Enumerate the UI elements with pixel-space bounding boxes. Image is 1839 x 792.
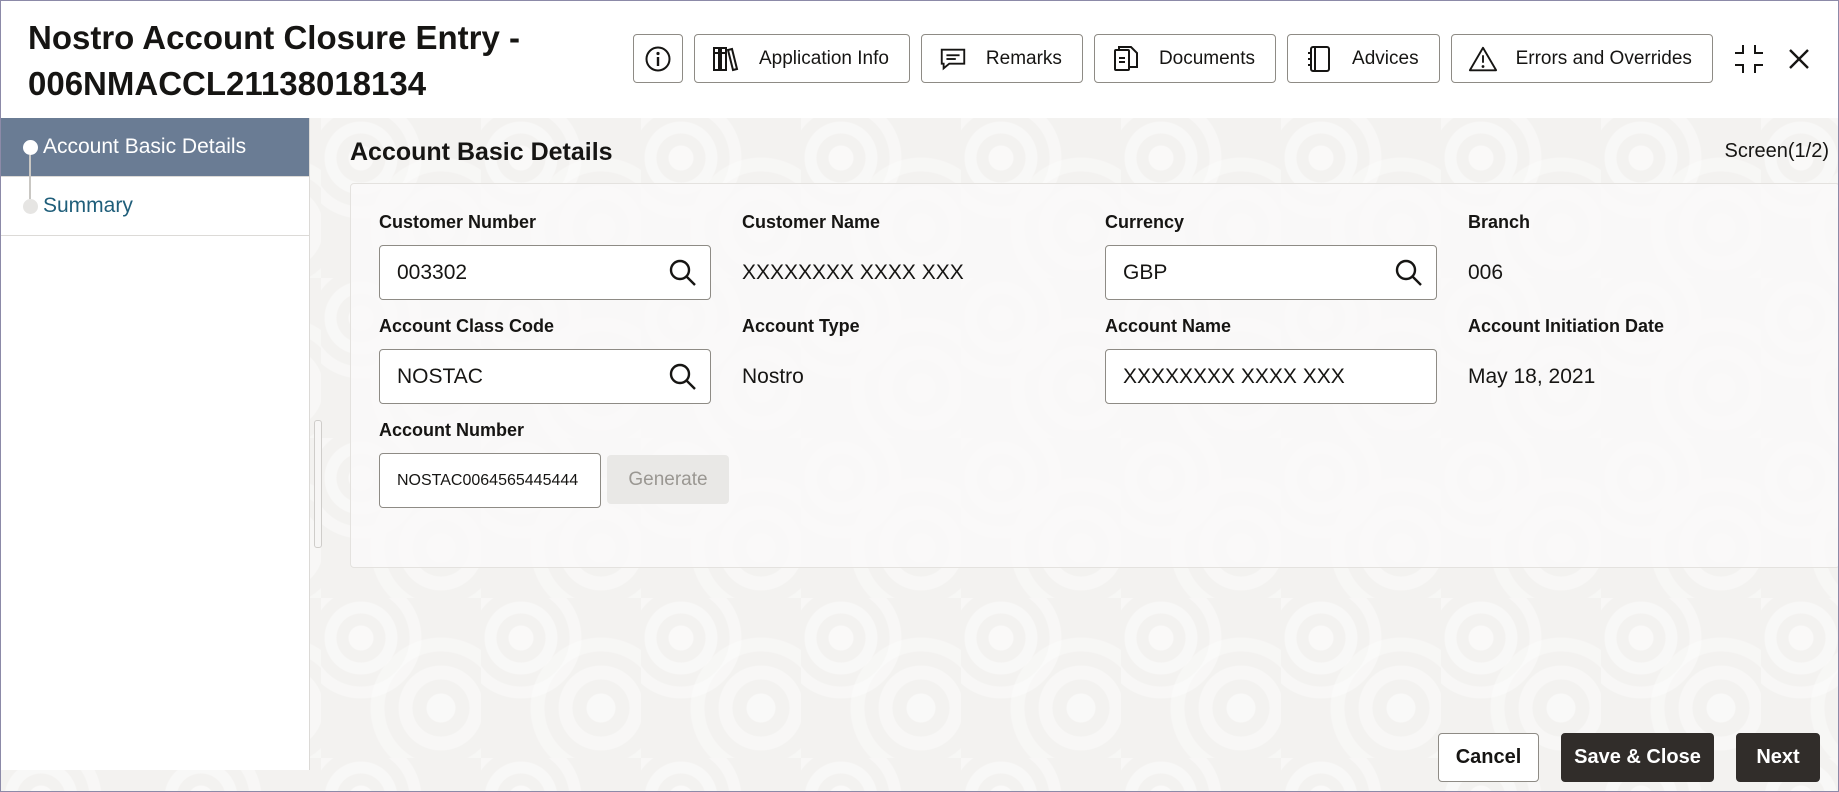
account-type-value: Nostro — [742, 365, 804, 388]
speech-bubble-icon — [938, 44, 968, 74]
close-icon[interactable] — [1781, 41, 1817, 77]
customer-number-input[interactable]: 003302 — [379, 245, 711, 300]
account-initiation-date-label: Account Initiation Date — [1468, 316, 1665, 336]
advices-label: Advices — [1352, 47, 1419, 69]
currency-label: Currency — [1105, 212, 1185, 232]
search-icon[interactable] — [1394, 258, 1424, 288]
customer-number-label: Customer Number — [379, 212, 537, 232]
branch-label: Branch — [1468, 212, 1531, 232]
account-type-label: Account Type — [742, 316, 860, 336]
account-name-label: Account Name — [1105, 316, 1232, 336]
toolbar: Application Info Remarks Documents Advic… — [633, 34, 1713, 83]
nav-connector — [29, 155, 31, 199]
cancel-button[interactable]: Cancel — [1438, 733, 1539, 782]
customer-number-value: 003302 — [397, 260, 468, 284]
page-title: Nostro Account Closure Entry - 006NMACCL… — [28, 15, 588, 107]
info-icon — [643, 44, 673, 74]
page-title-line1: Nostro Account Closure Entry - — [28, 19, 520, 56]
warning-icon — [1468, 44, 1498, 74]
customer-name-value: XXXXXXXX XXXX XXX — [742, 261, 964, 284]
sidebar-item-label: Summary — [43, 194, 133, 217]
search-icon[interactable] — [668, 362, 698, 392]
minimize-icon[interactable] — [1731, 41, 1767, 77]
books-icon — [711, 44, 741, 74]
errors-overrides-label: Errors and Overrides — [1515, 47, 1692, 69]
application-info-label: Application Info — [759, 47, 889, 69]
account-class-code-label: Account Class Code — [379, 316, 555, 336]
account-name-input[interactable]: XXXXXXXX XXXX XXX — [1105, 349, 1437, 404]
remarks-button[interactable]: Remarks — [920, 34, 1083, 83]
account-name-value: XXXXXXXX XXXX XXX — [1123, 364, 1345, 388]
account-class-code-value: NOSTAC — [397, 364, 483, 388]
main-area: Account Basic Details Summary Account Ba… — [1, 118, 1838, 791]
generate-button[interactable]: Generate — [607, 455, 729, 504]
application-info-button[interactable]: Application Info — [694, 34, 910, 83]
sidebar-item-summary[interactable]: Summary — [1, 177, 309, 236]
currency-input[interactable]: GBP — [1105, 245, 1437, 300]
save-close-button[interactable]: Save & Close — [1561, 733, 1714, 782]
documents-label: Documents — [1158, 47, 1256, 69]
section-title: Account Basic Details — [350, 138, 613, 166]
search-icon[interactable] — [668, 258, 698, 288]
sidebar: Account Basic Details Summary — [1, 118, 310, 770]
remarks-label: Remarks — [985, 47, 1062, 69]
branch-value: 006 — [1468, 261, 1504, 284]
advices-button[interactable]: Advices — [1287, 34, 1440, 83]
account-class-code-input[interactable]: NOSTAC — [379, 349, 711, 404]
step-indicator-icon — [23, 140, 38, 155]
header: Nostro Account Closure Entry - 006NMACCL… — [1, 1, 1838, 118]
sidebar-item-account-basic-details[interactable]: Account Basic Details — [1, 118, 309, 177]
form-panel: Customer Number 003302 Customer Name XXX… — [350, 183, 1838, 568]
account-number-value: NOSTAC0064565445444 — [397, 471, 579, 489]
documents-icon — [1111, 44, 1141, 74]
screen-indicator: Screen(1/2) — [1724, 140, 1830, 162]
notebook-icon — [1304, 44, 1334, 74]
errors-overrides-button[interactable]: Errors and Overrides — [1450, 34, 1713, 83]
page-title-line2: 006NMACCL21138018134 — [28, 65, 427, 102]
account-number-input[interactable]: NOSTAC0064565445444 — [379, 453, 601, 508]
app-window: Nostro Account Closure Entry - 006NMACCL… — [0, 0, 1839, 792]
documents-button[interactable]: Documents — [1093, 34, 1277, 83]
customer-name-label: Customer Name — [742, 212, 881, 232]
next-button[interactable]: Next — [1736, 733, 1820, 782]
panel-splitter-handle[interactable] — [314, 420, 322, 548]
step-indicator-icon — [23, 199, 38, 214]
account-number-label: Account Number — [379, 420, 525, 440]
account-initiation-date-value: May 18, 2021 — [1468, 365, 1596, 388]
sidebar-item-label: Account Basic Details — [43, 135, 247, 158]
currency-value: GBP — [1123, 260, 1168, 284]
info-button[interactable] — [633, 34, 683, 83]
